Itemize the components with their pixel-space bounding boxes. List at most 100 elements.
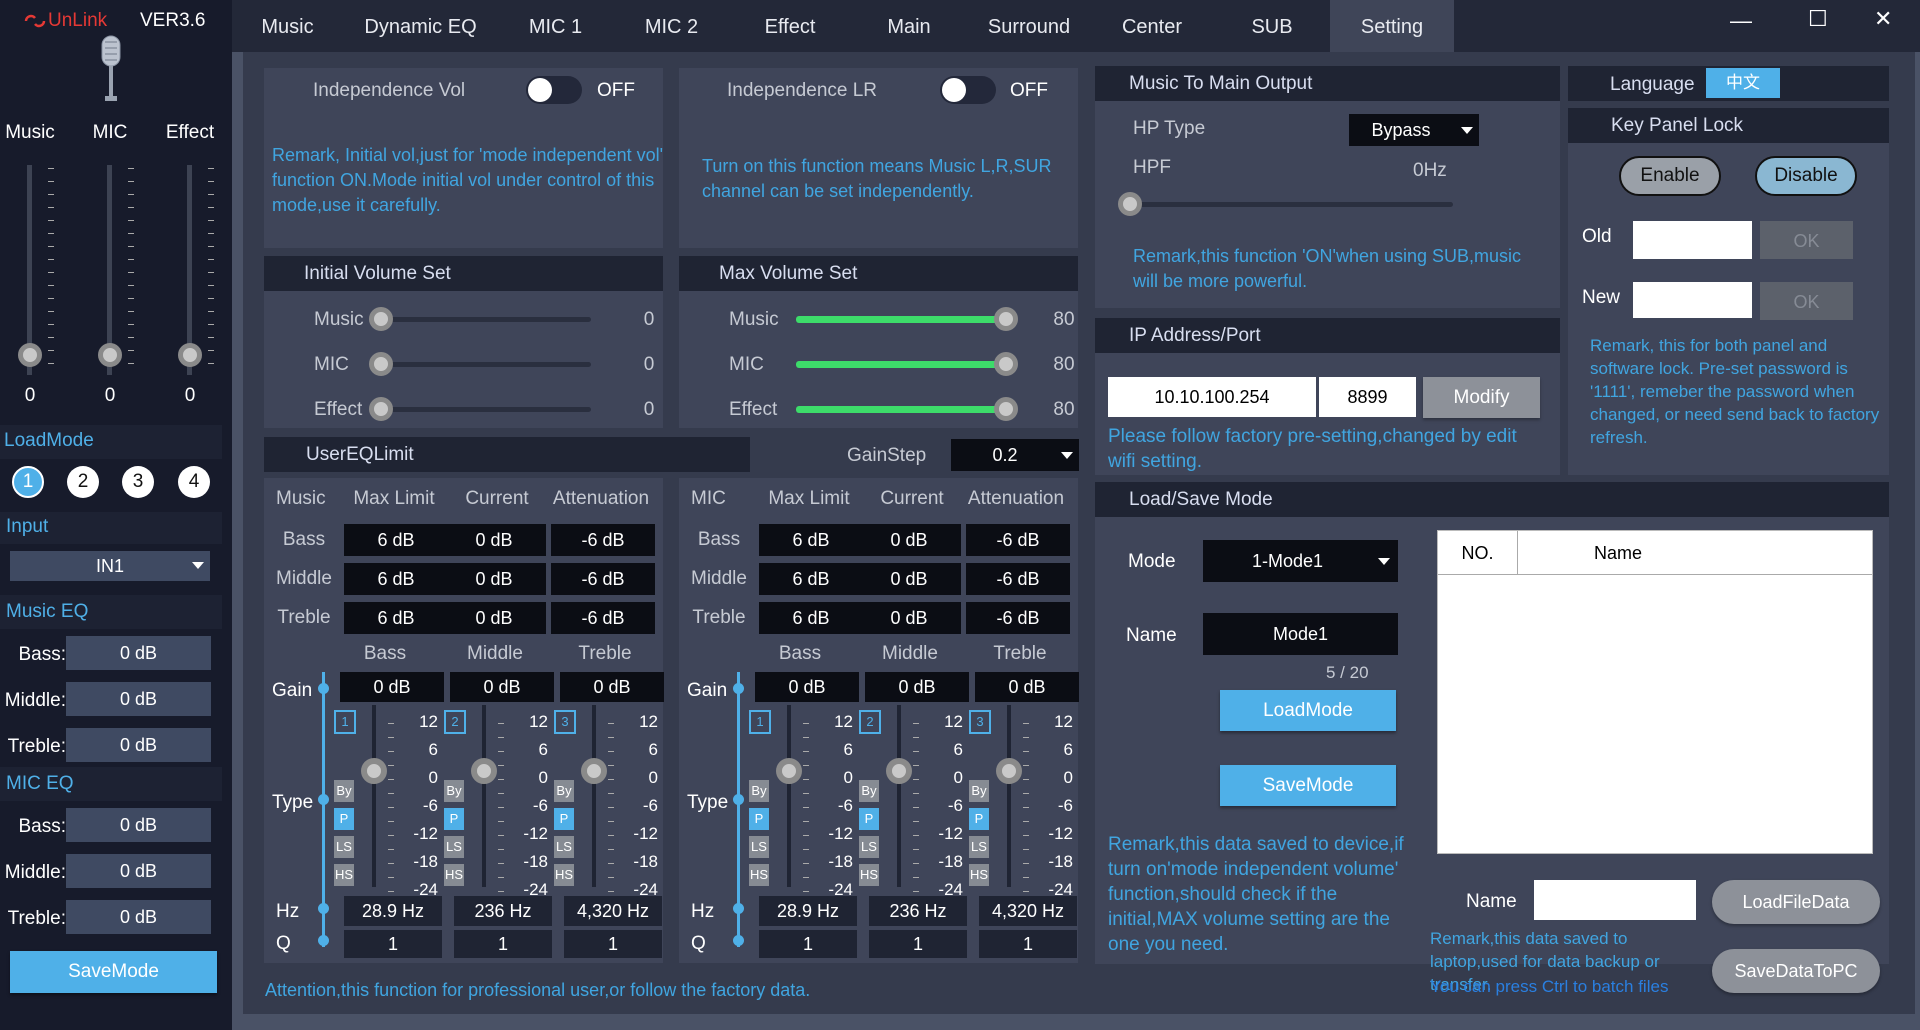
tab-music[interactable]: Music [232,0,343,52]
language-button[interactable]: 中文 [1706,68,1780,98]
fader-handle[interactable] [98,343,122,367]
band-type-ls[interactable]: LS [334,836,354,858]
band-type-p[interactable]: P [969,808,989,830]
eq-limit-cell[interactable]: -6 dB [966,563,1070,595]
eq-limit-cell[interactable]: -6 dB [966,524,1070,556]
minimize-icon[interactable]: — [1730,8,1752,34]
music-eq-value[interactable]: 0 dB [66,636,211,670]
band-frequency[interactable]: 28.9 Hz [759,896,857,926]
band-gain[interactable]: 0 dB [975,672,1079,702]
col-no[interactable]: NO. [1438,531,1518,574]
col-name[interactable]: Name [1518,531,1718,574]
initial-volume-slider-handle[interactable] [369,352,393,376]
band-type-p[interactable]: P [554,808,574,830]
band-fader-track[interactable] [372,705,376,887]
band-q[interactable]: 1 [759,930,857,958]
disable-button[interactable]: Disable [1755,156,1857,196]
band-type-hs[interactable]: HS [444,864,464,886]
file-name-input[interactable] [1534,880,1696,920]
mic-eq-value[interactable]: 0 dB [66,900,211,934]
tab-effect[interactable]: Effect [730,0,850,52]
eq-limit-cell[interactable]: -6 dB [551,524,655,556]
band-frequency[interactable]: 236 Hz [454,896,552,926]
fader-handle[interactable] [18,343,42,367]
maximize-icon[interactable]: ☐ [1808,6,1828,32]
tab-surround[interactable]: Surround [968,0,1090,52]
band-fader-track[interactable] [787,705,791,887]
file-table[interactable]: NO. Name [1437,530,1873,854]
eq-limit-cell[interactable]: 6 dB [344,563,448,595]
eq-limit-cell[interactable]: 0 dB [442,602,546,634]
mode-select[interactable]: 1-Mode1 [1203,540,1398,582]
band-fader-handle[interactable] [776,758,802,784]
band-frequency[interactable]: 236 Hz [869,896,967,926]
band-type-p[interactable]: P [859,808,879,830]
independence-vol-toggle[interactable] [526,76,582,104]
enable-button[interactable]: Enable [1619,156,1721,196]
tab-setting[interactable]: Setting [1330,0,1454,52]
tab-mic-1[interactable]: MIC 1 [498,0,613,52]
initial-volume-slider-handle[interactable] [369,397,393,421]
band-gain[interactable]: 0 dB [865,672,969,702]
band-type-ls[interactable]: LS [969,836,989,858]
band-gain[interactable]: 0 dB [340,672,444,702]
band-fader-handle[interactable] [886,758,912,784]
band-type-hs[interactable]: HS [749,864,769,886]
band-gain[interactable]: 0 dB [560,672,664,702]
band-fader-handle[interactable] [581,758,607,784]
tab-main[interactable]: Main [850,0,968,52]
band-type-p[interactable]: P [749,808,769,830]
load-mode-button-4[interactable]: 4 [178,466,210,498]
hpf-slider-track[interactable] [1128,202,1453,207]
hp-type-select[interactable]: Bypass [1349,114,1479,146]
load-file-data-button[interactable]: LoadFileData [1712,880,1880,924]
eq-limit-cell[interactable]: 6 dB [759,524,863,556]
band-type-hs[interactable]: HS [969,864,989,886]
old-password-input[interactable] [1633,221,1752,259]
initial-volume-slider-track[interactable] [381,362,591,367]
independence-lr-toggle[interactable] [940,76,996,104]
save-data-to-pc-button[interactable]: SaveDataToPC [1712,949,1880,993]
new-ok-button[interactable]: OK [1760,282,1853,320]
band-q[interactable]: 1 [869,930,967,958]
tab-center[interactable]: Center [1090,0,1214,52]
eq-limit-cell[interactable]: 6 dB [344,602,448,634]
initial-volume-slider-track[interactable] [381,317,591,322]
ip-port-input[interactable]: 8899 [1319,377,1416,417]
band-fader-handle[interactable] [361,758,387,784]
band-type-ls[interactable]: LS [554,836,574,858]
band-frequency[interactable]: 28.9 Hz [344,896,442,926]
band-type-by[interactable]: By [749,780,769,802]
ip-address-input[interactable]: 10.10.100.254 [1108,377,1316,417]
band-fader-handle[interactable] [996,758,1022,784]
band-q[interactable]: 1 [564,930,662,958]
eq-limit-cell[interactable]: -6 dB [966,602,1070,634]
old-ok-button[interactable]: OK [1760,221,1853,259]
fader-handle[interactable] [178,343,202,367]
music-eq-value[interactable]: 0 dB [66,682,211,716]
band-type-by[interactable]: By [334,780,354,802]
tab-mic-2[interactable]: MIC 2 [613,0,730,52]
eq-limit-cell[interactable]: 0 dB [442,563,546,595]
load-mode-button-1[interactable]: 1 [12,466,44,498]
gainstep-select[interactable]: 0.2 [951,439,1079,471]
eq-limit-cell[interactable]: 0 dB [442,524,546,556]
left-savemode-button[interactable]: SaveMode [10,951,217,993]
band-gain[interactable]: 0 dB [755,672,859,702]
load-mode-button-3[interactable]: 3 [122,466,154,498]
band-type-p[interactable]: P [444,808,464,830]
loadmode-button[interactable]: LoadMode [1220,690,1396,731]
new-password-input[interactable] [1633,282,1752,318]
mic-eq-value[interactable]: 0 dB [66,854,211,888]
band-fader-track[interactable] [897,705,901,887]
band-fader-track[interactable] [482,705,486,887]
initial-volume-slider-track[interactable] [381,407,591,412]
band-type-hs[interactable]: HS [859,864,879,886]
hpf-slider-handle[interactable] [1118,192,1142,216]
band-type-by[interactable]: By [554,780,574,802]
eq-limit-cell[interactable]: 6 dB [759,563,863,595]
band-type-ls[interactable]: LS [444,836,464,858]
band-fader-track[interactable] [592,705,596,887]
band-fader-handle[interactable] [471,758,497,784]
eq-limit-cell[interactable]: 6 dB [759,602,863,634]
